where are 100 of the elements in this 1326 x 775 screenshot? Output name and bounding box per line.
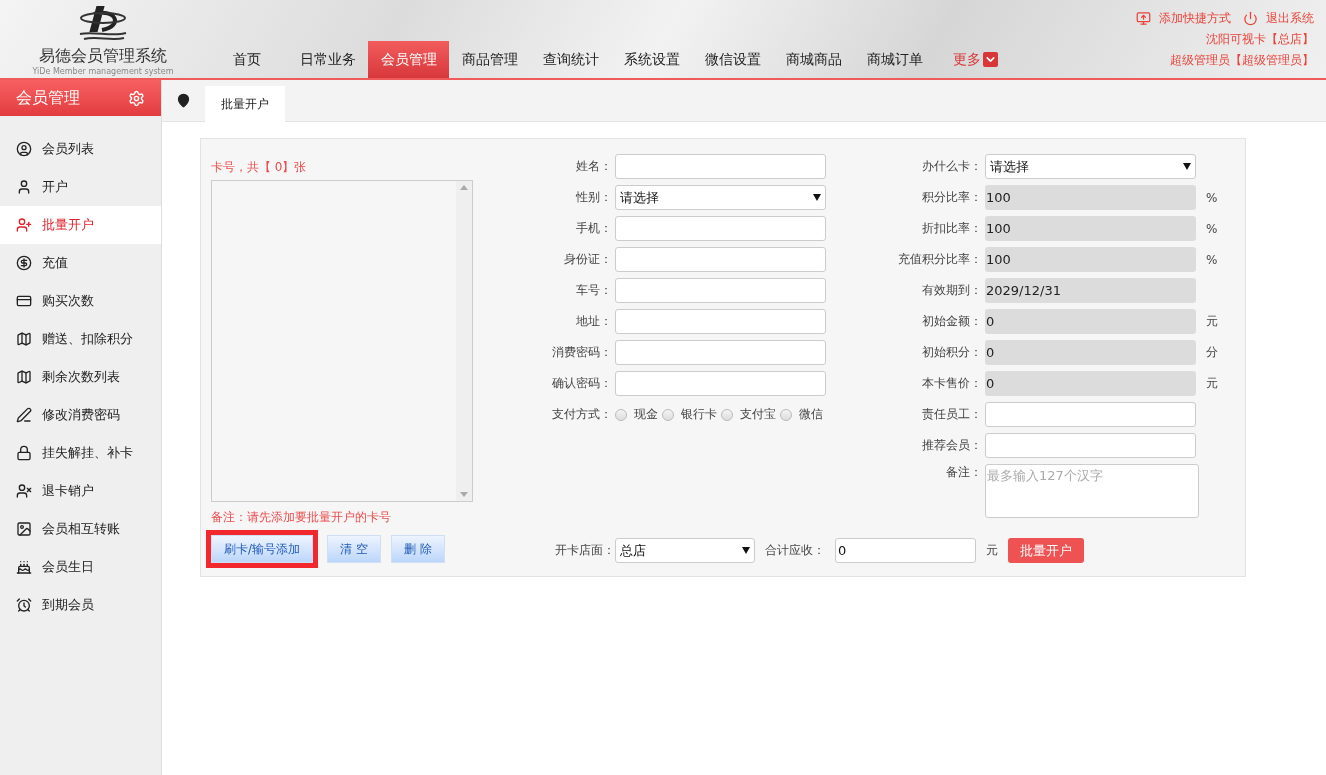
- sidebar-item[interactable]: 剩余次数列表: [0, 358, 161, 396]
- select-field[interactable]: 总店: [615, 538, 755, 563]
- field-label: 合计应收：: [765, 542, 825, 559]
- sidebar-item[interactable]: 到期会员: [0, 586, 161, 624]
- dollar-circle-icon: [16, 255, 32, 271]
- user-icon: [16, 179, 32, 195]
- field-label: 积分比率：: [921, 189, 983, 206]
- submit-button[interactable]: 批量开户: [1008, 538, 1084, 563]
- logo-subtitle: YiDe Member management system: [32, 67, 174, 76]
- card-list[interactable]: [211, 180, 473, 502]
- nav-tab[interactable]: 商城商品: [773, 41, 854, 78]
- page-tab[interactable]: 批量开户: [205, 86, 285, 122]
- nav-tab[interactable]: 微信设置: [692, 41, 773, 78]
- field-label: 办什么卡：: [921, 158, 983, 175]
- scroll-up-icon[interactable]: [460, 185, 468, 190]
- text-field[interactable]: [985, 402, 1196, 427]
- nav-tab[interactable]: 商城订单: [854, 41, 935, 78]
- map-icon: [16, 369, 32, 385]
- unit-label: %: [1206, 190, 1218, 205]
- text-field[interactable]: [615, 216, 826, 241]
- sidebar-item[interactable]: 赠送、扣除积分: [0, 320, 161, 358]
- sidebar-item[interactable]: 挂失解挂、补卡: [0, 434, 161, 472]
- field-label: 充值积分比率：: [897, 251, 983, 268]
- card-icon: [16, 293, 32, 309]
- sidebar-item[interactable]: 会员列表: [0, 130, 161, 168]
- field-label: 初始积分：: [921, 344, 983, 361]
- radio-button[interactable]: [721, 408, 733, 421]
- readonly-field: 0: [985, 340, 1196, 365]
- unit-label: 元: [986, 542, 998, 559]
- lock-icon: [16, 445, 32, 461]
- field-label: 本卡售价：: [921, 375, 983, 392]
- unit-label: %: [1206, 221, 1218, 236]
- logo-title: 易德会员管理系统: [39, 46, 167, 67]
- radio-button[interactable]: [615, 408, 627, 421]
- user-name: 超级管理员【超级管理员】: [1170, 52, 1314, 69]
- text-field[interactable]: [985, 433, 1196, 458]
- nav-tab[interactable]: 系统设置: [611, 41, 692, 78]
- note-text: 备注：请先添加要批量开户的卡号: [211, 509, 392, 526]
- field-label: 地址：: [575, 313, 613, 330]
- power-icon: [1243, 11, 1258, 26]
- user-remove-icon: [16, 483, 32, 499]
- field-label: 初始金额：: [921, 313, 983, 330]
- text-field[interactable]: [615, 247, 826, 272]
- scroll-down-icon[interactable]: [460, 492, 468, 497]
- radio-button[interactable]: [780, 408, 792, 421]
- chevron-down-icon: [983, 52, 998, 67]
- field-label: 身份证：: [563, 251, 613, 268]
- settings-icon[interactable]: [128, 89, 145, 107]
- text-field[interactable]: [615, 340, 826, 365]
- sidebar-item[interactable]: 修改消费密码: [0, 396, 161, 434]
- nav-tab[interactable]: 商品管理: [449, 41, 530, 78]
- field-label: 开卡店面：: [555, 542, 615, 559]
- user-circle-icon: [16, 141, 32, 157]
- store-name: 沈阳可视卡【总店】: [1206, 31, 1314, 48]
- sidebar-item[interactable]: 会员相互转账: [0, 510, 161, 548]
- sidebar-item[interactable]: 开户: [0, 168, 161, 206]
- readonly-field: 2029/12/31: [985, 278, 1196, 303]
- radio-label: 微信: [799, 406, 823, 423]
- unit-label: 分: [1206, 344, 1218, 361]
- sidebar-item[interactable]: 批量开户: [0, 206, 161, 244]
- radio-label: 支付宝: [740, 406, 776, 423]
- nav-tab[interactable]: 查询统计: [530, 41, 611, 78]
- sidebar-item[interactable]: 退卡销户: [0, 472, 161, 510]
- card-count: 卡号，共【 0】张: [211, 159, 308, 175]
- field-label: 有效期到：: [921, 282, 983, 299]
- radio-button[interactable]: [662, 408, 674, 421]
- location-pin-icon: [176, 92, 191, 108]
- alarm-clock-icon: [16, 597, 32, 613]
- text-field[interactable]: [615, 278, 826, 303]
- text-field[interactable]: 0: [835, 538, 976, 563]
- map-icon: [16, 331, 32, 347]
- scrollbar[interactable]: [456, 181, 472, 501]
- field-label: 手机：: [575, 220, 613, 237]
- field-label: 备注：: [945, 464, 983, 481]
- nav-tab[interactable]: 日常业务: [287, 41, 368, 78]
- field-label: 姓名：: [575, 158, 613, 175]
- readonly-field: 100: [985, 247, 1196, 272]
- monitor-icon: [1136, 11, 1151, 26]
- text-field[interactable]: [615, 154, 826, 179]
- text-field[interactable]: [615, 371, 826, 396]
- user-plus-icon: [16, 217, 32, 233]
- readonly-field: 100: [985, 216, 1196, 241]
- nav-tab[interactable]: 会员管理: [368, 41, 449, 78]
- nav-tab[interactable]: 首页: [206, 41, 287, 78]
- select-field[interactable]: 请选择: [615, 185, 826, 210]
- sidebar-title: 会员管理: [16, 87, 80, 109]
- field-label: 性别：: [575, 189, 613, 206]
- radio-label: 现金: [634, 406, 658, 423]
- action-button[interactable]: 删 除: [390, 535, 445, 563]
- field-label: 折扣比率：: [921, 220, 983, 237]
- select-field[interactable]: 请选择: [985, 154, 1196, 179]
- pen-icon: [16, 407, 32, 423]
- sidebar-item[interactable]: 购买次数: [0, 282, 161, 320]
- sidebar-item[interactable]: 充值: [0, 244, 161, 282]
- action-button[interactable]: 清 空: [327, 535, 381, 563]
- field-label: 消费密码：: [551, 344, 613, 361]
- readonly-field: 0: [985, 309, 1196, 334]
- text-field[interactable]: [615, 309, 826, 334]
- cake-icon: [16, 559, 32, 575]
- sidebar-item[interactable]: 会员生日: [0, 548, 161, 586]
